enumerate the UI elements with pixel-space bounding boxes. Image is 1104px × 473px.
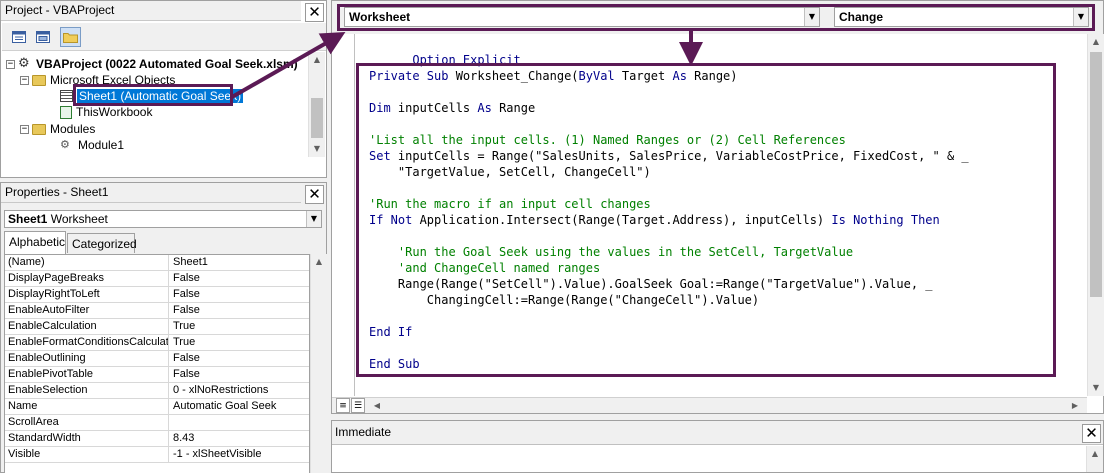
annotation-arrows bbox=[231, 31, 703, 99]
annotation-arrow-sheet-to-combo bbox=[231, 32, 346, 99]
